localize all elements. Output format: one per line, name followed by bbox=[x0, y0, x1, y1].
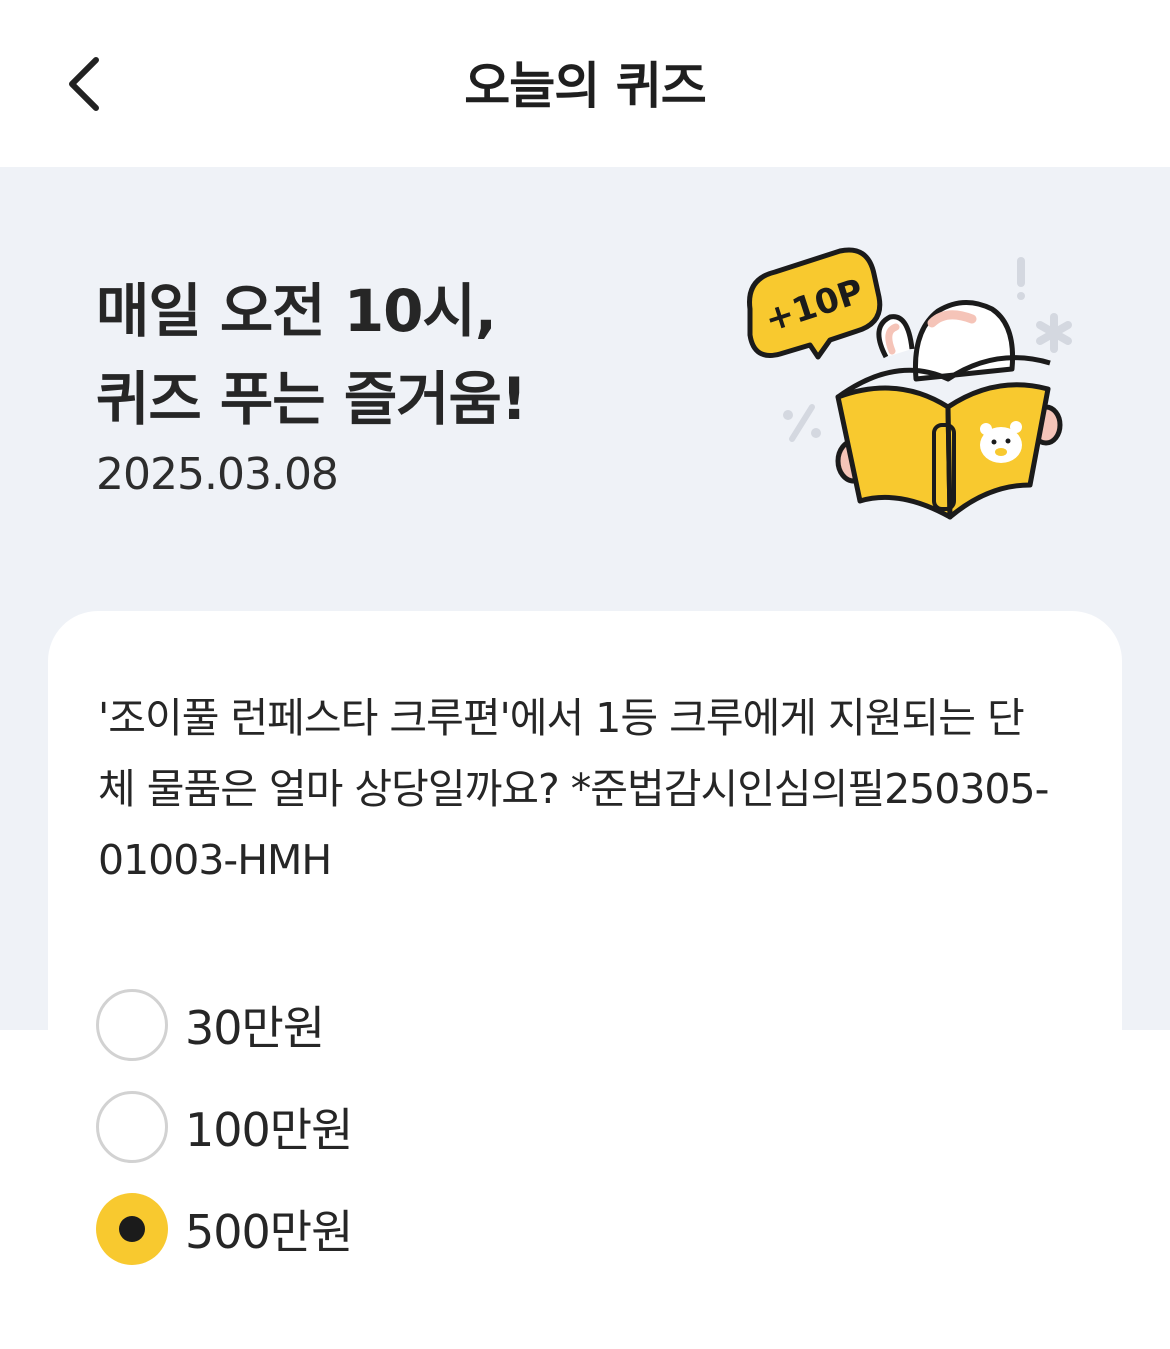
radio-button[interactable] bbox=[96, 989, 168, 1061]
percent-decoration bbox=[783, 404, 821, 442]
answer-option-3[interactable]: 500만원 bbox=[96, 1192, 353, 1266]
exclamation-mark-decoration bbox=[1017, 257, 1025, 287]
rabbit-reading-book-illustration: +10P bbox=[747, 247, 1072, 520]
radio-button[interactable] bbox=[96, 1091, 168, 1163]
banner-title-line1: 매일 오전 10시, bbox=[96, 277, 497, 345]
bear-face-icon bbox=[980, 421, 1022, 463]
answer-option-label: 100만원 bbox=[185, 1103, 353, 1157]
radio-button-selected[interactable] bbox=[96, 1193, 168, 1265]
page-title: 오늘의 퀴즈 bbox=[464, 57, 706, 115]
banner-title-line2: 퀴즈 푸는 즐거움! bbox=[96, 365, 527, 433]
answer-option-2[interactable]: 100만원 bbox=[96, 1090, 353, 1164]
quiz-date: 2025.03.08 bbox=[96, 449, 339, 500]
rabbit-character bbox=[876, 300, 1016, 382]
quiz-card: '조이풀 런페스타 크루편'에서 1등 크루에게 지원되는 단체 물품은 얼마 … bbox=[48, 611, 1122, 1349]
answer-option-1[interactable]: 30만원 bbox=[96, 988, 325, 1062]
top-bar: 오늘의 퀴즈 bbox=[0, 0, 1170, 167]
quiz-question: '조이풀 런페스타 크루편'에서 1등 크루에게 지원되는 단체 물품은 얼마 … bbox=[98, 694, 1049, 884]
radio-selected-dot bbox=[119, 1216, 145, 1242]
asterisk-decoration bbox=[1036, 313, 1072, 353]
book bbox=[835, 355, 1051, 520]
points-badge: +10P bbox=[747, 247, 883, 360]
answer-option-label: 500만원 bbox=[185, 1205, 353, 1259]
answer-option-label: 30만원 bbox=[185, 1001, 325, 1055]
banner-title: 매일 오전 10시, 퀴즈 푸는 즐거움! bbox=[96, 267, 527, 443]
